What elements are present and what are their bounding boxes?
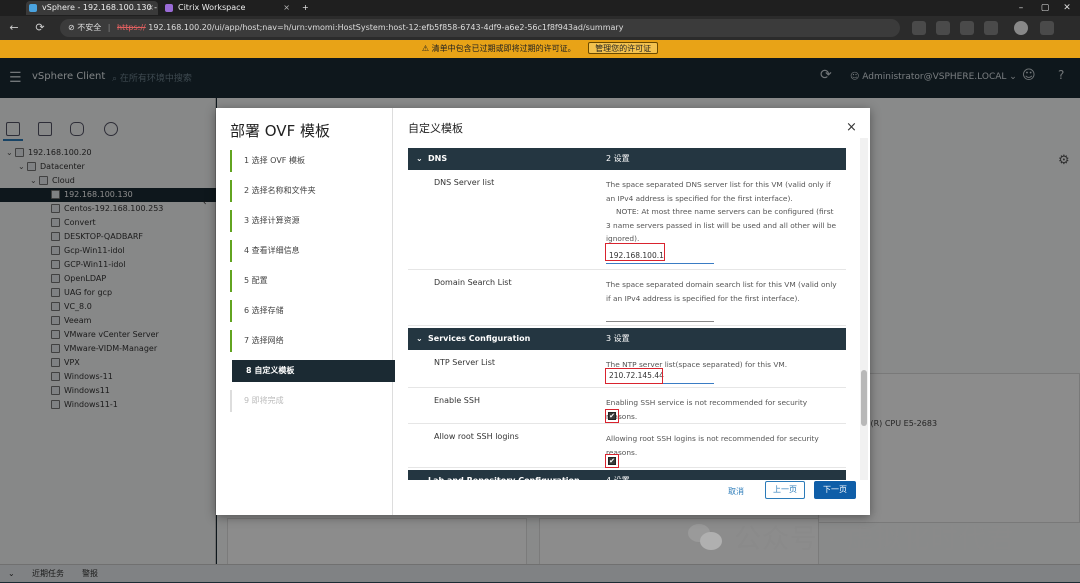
downloads-icon[interactable] [984,21,998,35]
back-arrow-icon[interactable]: ← [6,20,22,36]
section-lab-repository[interactable]: ⌄ Lab and Repository Configuration 4 设置 [408,470,846,480]
collections-icon[interactable] [960,21,974,35]
template-properties: ⌄ DNS 2 设置 DNS Server list The space sep… [408,138,854,480]
citrix-favicon-icon [165,4,173,12]
warning-icon: ⚠ [421,44,432,53]
wechat-logo-icon [688,522,724,552]
chevron-down-icon: ⌄ [416,470,423,480]
favorites-icon[interactable] [936,21,950,35]
watermark-text: 公众号 · 虚拟化时代君 [734,524,1015,555]
wizard-step-9: 9 即将完成 [230,390,393,412]
wizard-step-4[interactable]: 4 查看详细信息 [230,240,393,262]
content-title: 自定义模板 [408,122,463,135]
highlight-box [605,243,665,261]
maximize-icon[interactable]: ▢ [1034,0,1056,16]
wizard-step-3[interactable]: 3 选择计算资源 [230,210,393,232]
security-label: 不安全 [77,23,102,32]
tab-label: vSphere - 192.168.100.130 - 摘要 [42,3,158,12]
wizard-step-1[interactable]: 1 选择 OVF 模板 [230,150,393,172]
section-dns[interactable]: ⌄ DNS 2 设置 [408,148,846,170]
url-field[interactable]: ⊘ 不安全 | https:// 192.168.100.20/ui/app/h… [60,19,900,37]
close-tab-icon[interactable]: × [283,1,290,15]
minimize-icon[interactable]: – [1010,0,1032,16]
new-tab-button[interactable]: + [298,1,316,15]
field-description: The space separated domain search list f… [606,280,837,303]
vsphere-favicon-icon [29,4,37,12]
not-secure-icon: ⊘ [68,23,78,32]
wizard-step-8[interactable]: 8 自定义模板 [232,360,395,382]
field-label: Domain Search List [434,278,512,287]
field-label: NTP Server List [434,358,495,367]
next-button[interactable]: 下一页 [814,481,856,499]
field-root-ssh: Allow root SSH logins Allowing root SSH … [408,424,846,468]
browser-tab-bar: vSphere - 192.168.100.130 - 摘要 × Citrix … [0,0,1080,16]
highlight-box [605,409,619,423]
highlight-box [605,454,619,468]
tab-label: Citrix Workspace [178,3,246,12]
field-enable-ssh: Enable SSH Enabling SSH service is not r… [408,388,846,424]
field-domain-search: Domain Search List The space separated d… [408,270,846,326]
highlight-box [605,368,663,384]
profile-icon[interactable] [1014,21,1028,35]
field-description: The space separated DNS server list for … [606,180,837,243]
domain-search-input[interactable] [606,306,714,322]
previous-button[interactable]: 上一页 [765,481,805,499]
wizard-step-2[interactable]: 2 选择名称和文件夹 [230,180,393,202]
cancel-button[interactable]: 取消 [728,486,744,497]
field-dns-server: DNS Server list The space separated DNS … [408,170,846,270]
tab-vsphere[interactable]: vSphere - 192.168.100.130 - 摘要 × [26,1,158,15]
field-label: Enable SSH [434,396,480,405]
dialog-title: 部署 OVF 模板 [230,122,330,140]
wizard-step-5[interactable]: 5 配置 [230,270,393,292]
section-services[interactable]: ⌄ Services Configuration 3 设置 [408,328,846,350]
deploy-ovf-dialog: 部署 OVF 模板 1 选择 OVF 模板 2 选择名称和文件夹 3 选择计算资源 4… [216,108,870,515]
license-banner: ⚠ 清单中包含已过期或即将过期的许可证。 管理您的许可证 [0,40,1080,58]
url-scheme: https:// [117,23,146,32]
close-tab-icon[interactable]: × [147,1,154,15]
chevron-down-icon: ⌄ [416,154,423,163]
field-ntp: NTP Server List The NTP server list(spac… [408,350,846,388]
wizard-step-7[interactable]: 7 选择网络 [230,330,393,352]
window-close-icon[interactable]: ✕ [1056,0,1078,16]
reload-icon[interactable]: ⟳ [32,20,48,36]
field-label: DNS Server list [434,178,495,187]
close-icon[interactable]: × [846,120,857,135]
more-icon[interactable] [1040,21,1054,35]
url-path: 192.168.100.20/ui/app/host;nav=h/urn:vmo… [148,23,624,32]
wizard-steps: 部署 OVF 模板 1 选择 OVF 模板 2 选择名称和文件夹 3 选择计算资源 4… [216,108,395,515]
address-bar-row: ← ⟳ ⊘ 不安全 | https:// 192.168.100.20/ui/a… [0,16,1080,40]
banner-text: 清单中包含已过期或即将过期的许可证。 [431,44,576,53]
field-label: Allow root SSH logins [434,432,519,441]
manage-license-button[interactable]: 管理您的许可证 [588,42,659,54]
watermark: 公众号 · 虚拟化时代君 [688,517,1068,561]
field-description: Enabling SSH service is not recommended … [606,398,808,421]
field-description: Allowing root SSH logins is not recommen… [606,434,819,457]
extension-icon[interactable] [912,21,926,35]
wizard-step-6[interactable]: 6 选择存储 [230,300,393,322]
tab-citrix[interactable]: Citrix Workspace × [162,1,294,15]
chevron-down-icon: ⌄ [416,334,423,343]
content-scrollbar[interactable] [860,138,868,480]
scrollbar-thumb[interactable] [861,370,867,426]
